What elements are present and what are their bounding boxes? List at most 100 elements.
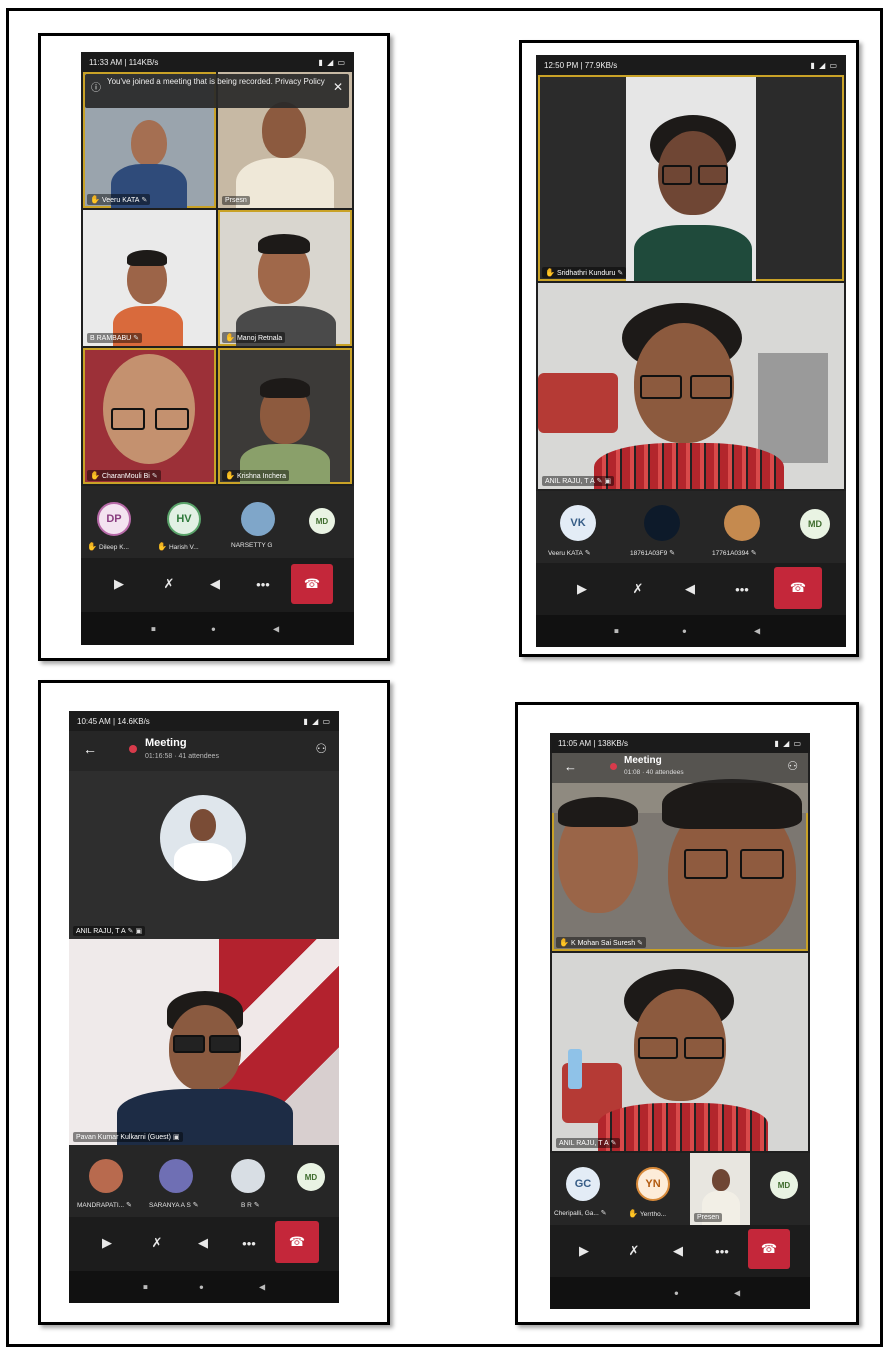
mic-off-icon[interactable]: ✗ bbox=[628, 579, 648, 599]
participant-glasses bbox=[684, 849, 728, 879]
participant-hair bbox=[558, 797, 638, 827]
speaker-icon[interactable]: ◀ bbox=[205, 574, 225, 594]
more-options-icon[interactable]: ••• bbox=[253, 574, 273, 594]
roster-name-text: MANDRAPATI... bbox=[77, 1202, 125, 1209]
camera-off-icon[interactable]: ▶ bbox=[109, 574, 129, 594]
meeting-title: Meeting bbox=[145, 737, 187, 749]
home-icon[interactable]: ● bbox=[682, 627, 687, 636]
roster-avatar-photo[interactable] bbox=[644, 505, 680, 541]
video-tile[interactable]: ✋ Manoj Retnala bbox=[218, 210, 352, 346]
back-arrow-icon[interactable]: ← bbox=[83, 741, 97, 757]
speaker-icon[interactable]: ◀ bbox=[680, 579, 700, 599]
banner-text: You've joined a meeting that is being re… bbox=[107, 77, 325, 86]
video-tile[interactable]: ANIL RAJU, T A ✎ bbox=[552, 953, 808, 1151]
recents-icon[interactable]: ■ bbox=[151, 624, 156, 633]
roster-avatar[interactable]: YN bbox=[636, 1167, 670, 1201]
participant-glasses bbox=[640, 375, 682, 399]
back-icon[interactable]: ◀ bbox=[259, 1283, 265, 1292]
end-call-button[interactable]: ☎ bbox=[774, 567, 822, 609]
roster-avatar[interactable]: MD bbox=[297, 1163, 325, 1191]
camera-off-icon[interactable]: ▶ bbox=[572, 579, 592, 599]
back-icon[interactable]: ◀ bbox=[754, 627, 760, 636]
roster-avatar[interactable]: GC bbox=[566, 1167, 600, 1201]
roster-name: MANDRAPATI... ✎ bbox=[77, 1201, 132, 1209]
roster-avatar-photo[interactable] bbox=[724, 505, 760, 541]
end-call-button[interactable]: ☎ bbox=[275, 1221, 319, 1263]
call-controls: ▶ ✗ ◀ ••• ☎ bbox=[550, 1225, 810, 1277]
video-tile[interactable]: ← Meeting 01:08 · 40 attendees ⚇ ✋ K Moha… bbox=[552, 753, 808, 951]
back-arrow-icon[interactable]: ← bbox=[564, 759, 577, 774]
home-icon[interactable]: ● bbox=[199, 1283, 204, 1292]
participant-glasses bbox=[209, 1035, 241, 1053]
participant-face bbox=[190, 809, 216, 841]
roster-avatar[interactable]: MD bbox=[770, 1171, 798, 1199]
video-tile[interactable]: ✋ Krishna Inchera bbox=[218, 348, 352, 484]
roster-name-text: Veeru KATA bbox=[548, 550, 583, 557]
status-icons: ▮ ◢ ▭ bbox=[810, 60, 838, 70]
call-controls: ▶ ✗ ◀ ••• ☎ bbox=[69, 1217, 339, 1271]
status-bar: 11:33 AM | 114KB/s ▮ ◢ ▭ bbox=[81, 52, 354, 72]
end-call-button[interactable]: ☎ bbox=[291, 564, 333, 604]
participant-face bbox=[712, 1169, 730, 1191]
roster-avatar[interactable]: MD bbox=[309, 508, 335, 534]
camera-off-icon[interactable]: ▶ bbox=[97, 1233, 117, 1253]
participants-icon[interactable]: ⚇ bbox=[315, 741, 327, 757]
participant-roster: VK Veeru KATA ✎ 18761A03F9 ✎ 17761A0394 ✎ M… bbox=[536, 491, 846, 563]
participant-name: Sridhathri Kunduru bbox=[556, 270, 616, 277]
roster-avatar-photo[interactable] bbox=[89, 1159, 123, 1193]
roster-avatar-photo[interactable] bbox=[241, 502, 275, 536]
speaker-icon[interactable]: ◀ bbox=[193, 1233, 213, 1253]
more-options-icon[interactable]: ••• bbox=[732, 579, 752, 599]
more-options-icon[interactable]: ••• bbox=[712, 1241, 732, 1261]
home-icon[interactable]: ● bbox=[674, 1289, 679, 1298]
home-icon[interactable]: ● bbox=[211, 624, 216, 633]
video-tile[interactable]: ✋ Sridhathri Kunduru ✎ bbox=[538, 75, 844, 281]
speaker-icon[interactable]: ◀ bbox=[668, 1241, 688, 1261]
video-tile[interactable]: ANIL RAJU, T A ✎ ▣ bbox=[69, 771, 339, 939]
mic-off-icon[interactable]: ✗ bbox=[147, 1233, 167, 1253]
roster-avatar-photo[interactable] bbox=[231, 1159, 265, 1193]
android-nav-bar: ■ ● ◀ bbox=[69, 1271, 339, 1303]
camera-off-icon[interactable]: ▶ bbox=[574, 1241, 594, 1261]
phone-screen-4: 11:05 AM | 138KB/s ▮ ◢ ▭ ← Meeting 01:08… bbox=[550, 733, 810, 1309]
pin-icon: ✎ bbox=[637, 940, 644, 947]
recents-icon[interactable]: ■ bbox=[143, 1283, 148, 1292]
recents-icon[interactable]: ■ bbox=[614, 627, 619, 636]
participant-name: CharanMouli Bi bbox=[101, 473, 150, 480]
recording-dot-icon bbox=[610, 763, 617, 770]
screenshot-card-4: 11:05 AM | 138KB/s ▮ ◢ ▭ ← Meeting 01:08… bbox=[515, 702, 859, 1325]
roster-avatar[interactable]: HV bbox=[167, 502, 201, 536]
roster-avatar-photo[interactable] bbox=[159, 1159, 193, 1193]
back-icon[interactable]: ◀ bbox=[273, 624, 279, 633]
avatar-initials: MD bbox=[315, 516, 329, 526]
video-tile[interactable]: ANIL RAJU, T A ✎ ▣ bbox=[538, 283, 844, 489]
end-call-button[interactable]: ☎ bbox=[748, 1229, 790, 1269]
tile-label: Pavan Kumar Kulkarni (Guest) ▣ bbox=[73, 1132, 183, 1142]
more-options-icon[interactable]: ••• bbox=[239, 1233, 259, 1253]
mic-off-icon[interactable]: ✗ bbox=[159, 574, 179, 594]
roster-name: NARSETTY G bbox=[231, 542, 272, 549]
participant-name: Manoj Retnala bbox=[236, 335, 283, 342]
video-tile[interactable]: B RAMBABU ✎ bbox=[83, 210, 216, 346]
video-tile[interactable]: Pavan Kumar Kulkarni (Guest) ▣ bbox=[69, 939, 339, 1145]
status-bar: 10:45 AM | 14.6KB/s ▮ ◢ ▭ bbox=[69, 711, 339, 731]
roster-name-text: Cheripalli, Ga... bbox=[554, 1210, 599, 1217]
tile-label: ✋ K Mohan Sai Suresh ✎ bbox=[556, 937, 647, 948]
roster-name: B R ✎ bbox=[241, 1201, 260, 1209]
mic-muted-icon: ✎ bbox=[192, 1202, 199, 1209]
tile-label: Presen bbox=[694, 1213, 723, 1222]
roster-avatar[interactable]: VK bbox=[560, 505, 596, 541]
tile-label: ANIL RAJU, T A ✎ ▣ bbox=[542, 476, 615, 486]
roster-avatar[interactable]: MD bbox=[800, 509, 830, 539]
participants-icon[interactable]: ⚇ bbox=[787, 759, 798, 773]
roster-avatar[interactable]: DP bbox=[97, 502, 131, 536]
participant-body bbox=[598, 1103, 768, 1151]
raised-hand-icon: ✋ bbox=[157, 542, 167, 551]
video-tile[interactable]: ✋ CharanMouli Bi ✎ bbox=[83, 348, 216, 484]
participant-name: ANIL RAJU, T A bbox=[545, 478, 595, 485]
mic-off-icon[interactable]: ✗ bbox=[624, 1241, 644, 1261]
status-icons: ▮ ◢ ▭ bbox=[774, 738, 802, 748]
back-icon[interactable]: ◀ bbox=[734, 1289, 740, 1298]
presenter-thumbnail[interactable]: Presen bbox=[690, 1153, 750, 1225]
close-icon[interactable]: ✕ bbox=[333, 81, 343, 93]
